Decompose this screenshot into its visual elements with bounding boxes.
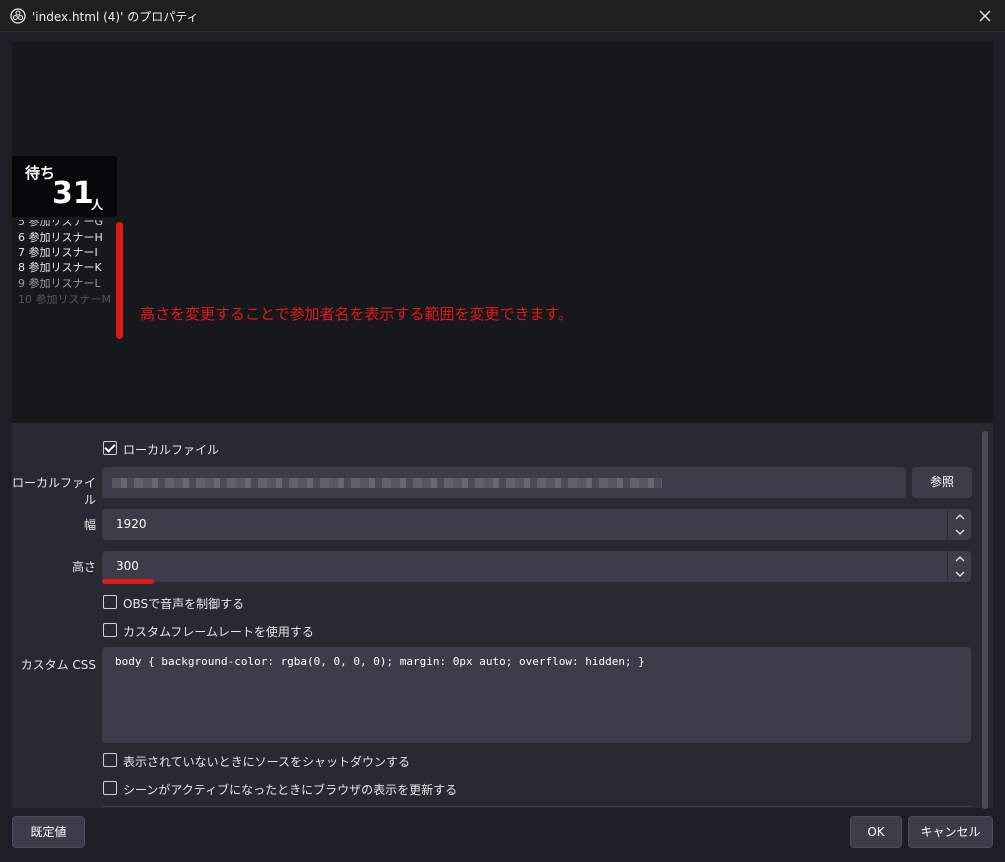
list-item: 5 参加リスナーG	[18, 220, 104, 228]
wait-unit: 人	[91, 198, 104, 212]
refresh-checkbox[interactable]	[103, 781, 117, 795]
defaults-button[interactable]: 既定値	[12, 816, 85, 848]
height-highlight	[102, 579, 154, 584]
annotation-text: 高さを変更することで参加者名を表示する範囲を変更できます。	[140, 305, 574, 323]
obs-audio-checkbox[interactable]	[103, 595, 117, 609]
chevron-up-icon[interactable]	[952, 551, 968, 566]
ok-button[interactable]: OK	[850, 816, 902, 848]
height-value: 300	[116, 559, 139, 573]
height-label: 高さ	[71, 560, 96, 574]
wait-label: 待ち	[25, 164, 56, 182]
custom-css-textarea[interactable]: body { background-color: rgba(0, 0, 0, 0…	[102, 647, 971, 743]
obs-logo-icon	[10, 8, 26, 24]
local-file-checkbox-label: ローカルファイル	[123, 443, 220, 457]
cancel-button[interactable]: キャンセル	[908, 816, 993, 848]
close-icon[interactable]	[975, 6, 995, 26]
height-spinner[interactable]	[947, 551, 971, 582]
listener-list: 5 参加リスナーG 6 参加リスナーH 7 参加リスナーI 8 参加リスナーK …	[18, 220, 123, 304]
annotation-bar	[116, 222, 123, 339]
title-bar: 'index.html (4)' のプロパティ	[0, 0, 1005, 32]
window-title: 'index.html (4)' のプロパティ	[32, 10, 199, 24]
scrollbar[interactable]	[982, 431, 988, 809]
width-input[interactable]: 1920	[102, 509, 971, 540]
chevron-down-icon[interactable]	[952, 567, 968, 582]
chevron-up-icon[interactable]	[952, 509, 968, 524]
file-path-redacted	[112, 478, 662, 488]
divider	[102, 806, 971, 807]
width-spinner[interactable]	[947, 509, 971, 540]
list-item: 10 参加リスナーM	[18, 293, 111, 304]
wait-count: 31	[52, 176, 94, 211]
list-item: 8 参加リスナーK	[18, 261, 102, 274]
custom-css-code: body { background-color: rgba(0, 0, 0, 0…	[115, 655, 645, 668]
obs-audio-label: OBSで音声を制御する	[123, 597, 245, 611]
shutdown-checkbox[interactable]	[103, 753, 117, 767]
custom-fps-label: カスタムフレームレートを使用する	[123, 625, 314, 639]
properties-form: ローカルファイル ローカルファイル 参照 幅 1920 高さ 300 OBSで音…	[12, 423, 993, 809]
local-file-label: ローカルファイル	[12, 476, 97, 507]
list-item: 7 参加リスナーI	[18, 246, 98, 259]
height-input[interactable]: 300	[102, 551, 971, 582]
browse-button[interactable]: 参照	[912, 467, 972, 498]
local-file-input[interactable]	[102, 467, 906, 498]
list-item: 6 参加リスナーH	[18, 231, 103, 244]
width-value: 1920	[116, 517, 147, 531]
chevron-down-icon[interactable]	[952, 525, 968, 540]
list-item: 9 参加リスナーL	[18, 277, 101, 290]
shutdown-label: 表示されていないときにソースをシャットダウンする	[123, 755, 411, 769]
custom-css-label: カスタム CSS	[20, 658, 96, 672]
refresh-label: シーンがアクティブになったときにブラウザの表示を更新する	[123, 783, 458, 797]
local-file-checkbox[interactable]	[103, 441, 117, 455]
wait-counter: 待ち 31 人	[12, 156, 117, 217]
custom-fps-checkbox[interactable]	[103, 623, 117, 637]
width-label: 幅	[83, 518, 96, 532]
browser-preview: 待ち 31 人 5 参加リスナーG 6 参加リスナーH 7 参加リスナーI 8 …	[12, 42, 993, 423]
